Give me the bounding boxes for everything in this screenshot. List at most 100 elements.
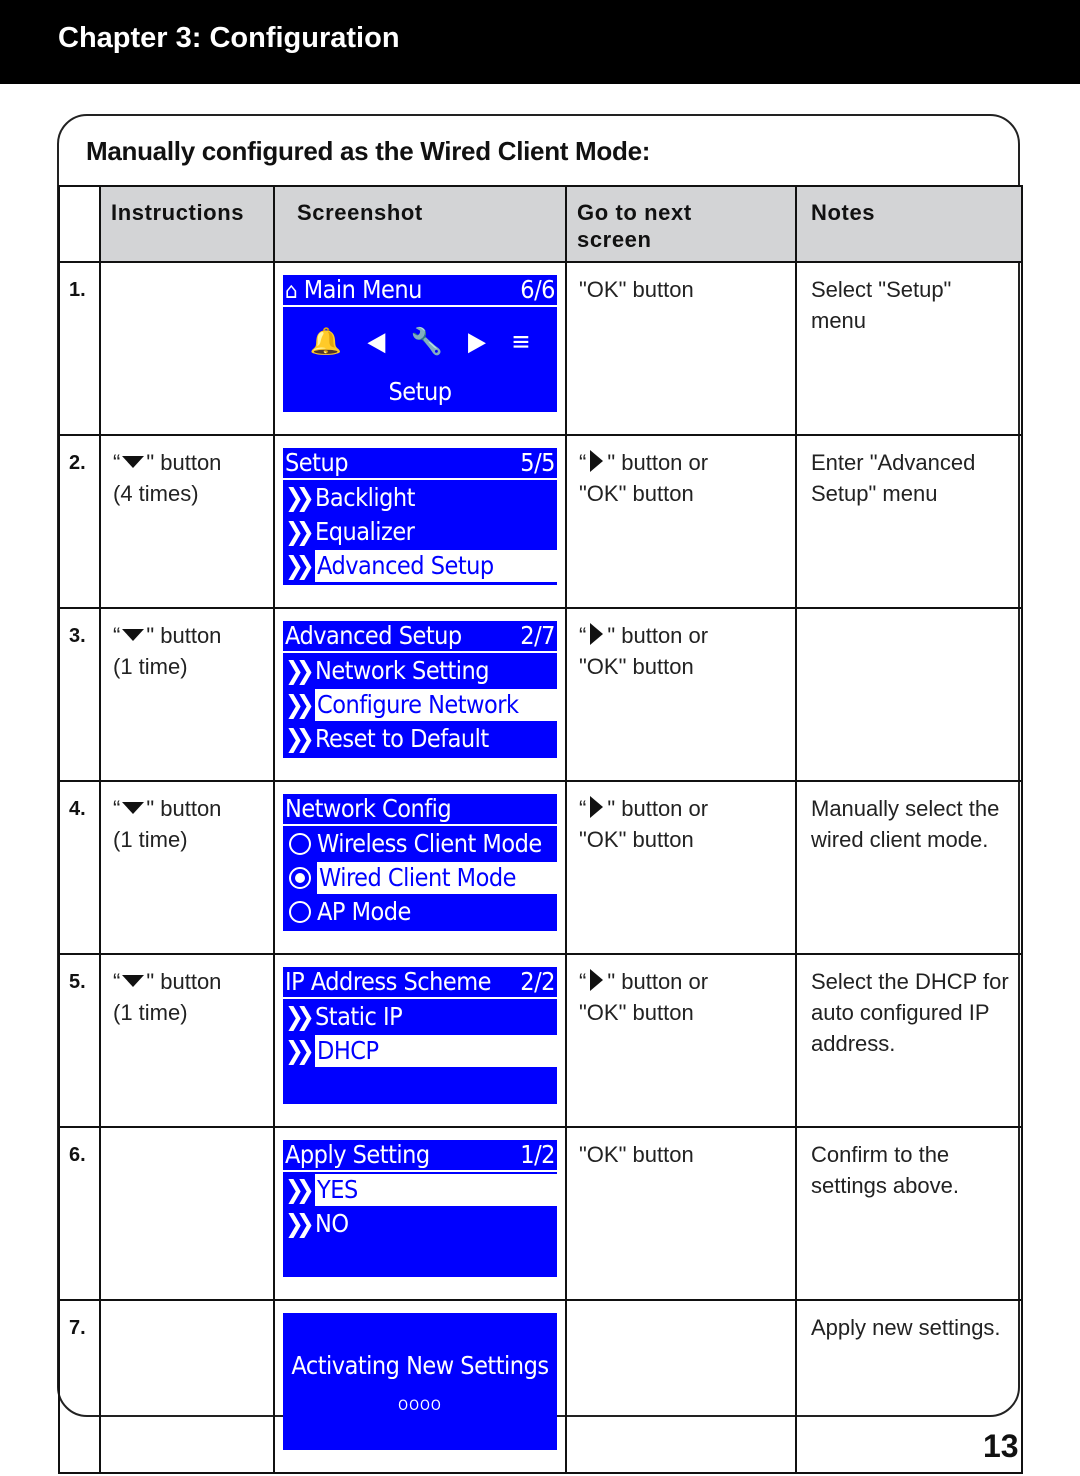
header-num-cell xyxy=(58,185,101,263)
chevron-right-icon: ❯❯ xyxy=(285,1209,315,1238)
screen-menu-item: ❯❯ YES xyxy=(283,1174,557,1206)
radio-icon xyxy=(289,867,311,889)
chevron-right-icon: ❯❯ xyxy=(285,656,315,685)
notes-text: Select "Setup" menu xyxy=(811,277,952,333)
screen-title: IP Address Scheme xyxy=(285,967,491,996)
screen-menu-item: ❯❯ Reset to Default xyxy=(285,724,489,753)
table-header-row: Instructions Screenshot Go to next scree… xyxy=(58,185,1023,263)
instruction-times: (4 times) xyxy=(113,481,199,506)
instruction-cell xyxy=(99,1299,275,1474)
instruction-cell xyxy=(99,261,275,436)
screenshot-cell: IP Address Scheme 2/2 ❯❯ Static IP ❯❯ DHCP xyxy=(273,953,567,1128)
notes-cell: Select "Setup" menu xyxy=(795,261,1023,436)
left-arrow-icon: ◀ xyxy=(367,327,385,357)
header-notes: Notes xyxy=(795,185,1023,263)
screen-menu-item: ❯❯ Advanced Setup xyxy=(283,550,557,582)
table-row: 1. ⌂ Main Menu 6/6 🔔 ◀ 🔧 ▶ ≡ Setup "OK" button Sel… xyxy=(58,261,1023,436)
screen-title: Network Config xyxy=(285,794,452,823)
next-text-line2: "OK" button xyxy=(579,654,694,680)
step-number: 4. xyxy=(58,780,101,955)
chevron-right-icon: ❯❯ xyxy=(285,690,315,719)
right-arrow-button-icon xyxy=(590,969,604,992)
header-next-screen: Go to next screen xyxy=(565,185,797,263)
header-screenshot: Screenshot xyxy=(273,185,567,263)
next-screen-cell: "OK" button xyxy=(565,1126,797,1301)
next-screen-cell: “" button or "OK" button xyxy=(565,607,797,782)
notes-text: Confirm to the settings above. xyxy=(811,1142,959,1198)
progress-dots: OOOO xyxy=(398,1398,442,1414)
steps-table: Instructions Screenshot Go to next scree… xyxy=(58,185,1023,1475)
screenshot-cell: Activating New Settings OOOO xyxy=(273,1299,567,1474)
screen-menu-item: ❯❯ Configure Network xyxy=(283,689,557,721)
down-arrow-button-icon xyxy=(122,802,145,815)
step-number: 3. xyxy=(58,607,101,782)
table-row: 5. “" button (1 time) IP Address Scheme 2/2 ❯… xyxy=(58,953,1023,1128)
notes-cell: Confirm to the settings above. xyxy=(795,1126,1023,1301)
instruction-cell: “" button (4 times) xyxy=(99,434,275,609)
chevron-right-icon: ❯❯ xyxy=(285,1175,315,1204)
instruction-text: " button xyxy=(146,969,222,994)
next-text-line2: "OK" button xyxy=(579,481,694,507)
page-number: 13 xyxy=(983,1428,1019,1464)
screenshot-cell: Advanced Setup 2/7 ❯❯ Network Setting ❯❯ Conf… xyxy=(273,607,567,782)
notes-text xyxy=(797,609,1021,620)
next-text-line1: " button or xyxy=(607,450,709,475)
bell-icon: 🔔 xyxy=(309,327,342,357)
step-number: 5. xyxy=(58,953,101,1128)
instruction-cell: “" button (1 time) xyxy=(99,953,275,1128)
screenshot-cell: Apply Setting 1/2 ❯❯ YES ❯❯ NO xyxy=(273,1126,567,1301)
next-screen-cell: “" button or "OK" button xyxy=(565,434,797,609)
screen-caption: Setup xyxy=(388,377,452,406)
instruction-cell: “" button (1 time) xyxy=(99,607,275,782)
instruction-text: " button xyxy=(146,796,222,821)
notes-cell: Manually select the wired client mode. xyxy=(795,780,1023,955)
screen-counter: 1/2 xyxy=(520,1140,555,1169)
screenshot-cell: ⌂ Main Menu 6/6 🔔 ◀ 🔧 ▶ ≡ Setup xyxy=(273,261,567,436)
table-row: 3. “" button (1 time) Advanced Setup 2/7 ❯❯ Ne… xyxy=(58,607,1023,782)
next-text-line1: " button or xyxy=(607,623,709,648)
step-number: 7. xyxy=(58,1299,101,1474)
table-row: 2. “" button (4 times) Setup 5/5 ❯❯ Backlight ❯… xyxy=(58,434,1023,609)
screen-menu-item: ❯❯ NO xyxy=(285,1209,349,1238)
screen-radio-item: Wired Client Mode xyxy=(283,862,557,894)
screen-title-bar: Network Config xyxy=(283,794,557,826)
screen-title-bar: IP Address Scheme 2/2 xyxy=(283,967,557,999)
next-screen-cell: “" button or "OK" button xyxy=(565,780,797,955)
chapter-title: Chapter 3: Configuration xyxy=(58,22,400,54)
list-icon: ≡ xyxy=(511,327,531,357)
instruction-times: (1 time) xyxy=(113,654,188,679)
device-screen: Network Config Wireless Client Mode Wired … xyxy=(283,794,557,931)
chevron-right-icon: ❯❯ xyxy=(285,551,315,580)
notes-text: Enter "Advanced Setup" menu xyxy=(811,450,976,506)
screen-title-bar: Advanced Setup 2/7 xyxy=(283,621,557,653)
section-title: Manually configured as the Wired Client … xyxy=(86,136,651,166)
table-row: 7. Activating New Settings OOOO Apply new s… xyxy=(58,1299,1023,1474)
next-text-line1: "OK" button xyxy=(579,277,694,302)
next-text-line1: "OK" button xyxy=(579,1142,694,1167)
notes-text: Manually select the wired client mode. xyxy=(811,796,1000,852)
screen-radio-item: Wireless Client Mode xyxy=(283,828,557,860)
chevron-right-icon: ❯❯ xyxy=(285,1036,315,1065)
screen-title-bar: Apply Setting 1/2 xyxy=(283,1140,557,1172)
radio-icon xyxy=(289,833,311,855)
notes-cell: Enter "Advanced Setup" menu xyxy=(795,434,1023,609)
next-screen-cell xyxy=(565,1299,797,1474)
screen-counter: 2/7 xyxy=(520,621,555,650)
header-instructions: Instructions xyxy=(99,185,275,263)
radio-icon xyxy=(289,901,311,923)
instruction-times: (1 time) xyxy=(113,1000,188,1025)
notes-cell xyxy=(795,607,1023,782)
chevron-right-icon: ❯❯ xyxy=(285,1002,315,1031)
right-arrow-button-icon xyxy=(590,623,604,646)
screenshot-cell: Network Config Wireless Client Mode Wired … xyxy=(273,780,567,955)
home-icon: ⌂ xyxy=(285,279,298,304)
right-arrow-button-icon xyxy=(590,450,604,473)
notes-cell: Select the DHCP for auto configured IP a… xyxy=(795,953,1023,1128)
device-screen: Advanced Setup 2/7 ❯❯ Network Setting ❯❯ Conf… xyxy=(283,621,557,758)
next-screen-cell: “" button or "OK" button xyxy=(565,953,797,1128)
chevron-right-icon: ❯❯ xyxy=(285,517,315,546)
screen-counter: 5/5 xyxy=(520,448,555,477)
chapter-header-bar: Chapter 3: Configuration xyxy=(0,0,1080,84)
next-text-line1: " button or xyxy=(607,796,709,821)
screen-title: Apply Setting xyxy=(285,1140,430,1169)
